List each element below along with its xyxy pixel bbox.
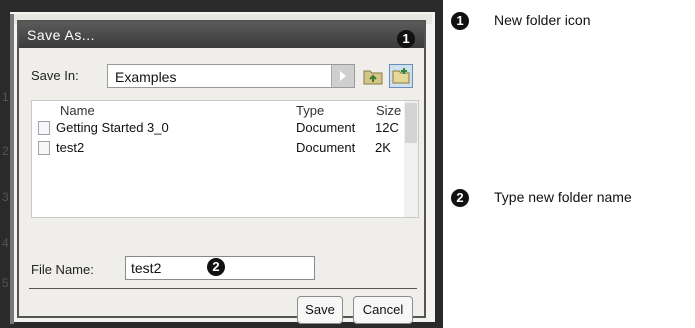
- column-header-name[interactable]: Name: [60, 103, 95, 118]
- dialog-title-bar: Save As... ✕: [19, 22, 424, 48]
- column-header-type[interactable]: Type: [296, 103, 324, 118]
- save-in-value: Examples: [115, 69, 177, 85]
- legend-text-1: New folder icon: [494, 12, 591, 28]
- document-icon: [38, 121, 50, 135]
- file-name-label: File Name:: [31, 262, 94, 277]
- file-size: 12C: [375, 120, 399, 135]
- save-in-dropdown[interactable]: Examples: [107, 64, 355, 88]
- background-row-number: 3: [2, 190, 9, 204]
- document-icon: [38, 141, 50, 155]
- file-row[interactable]: test2 Document 2K: [32, 139, 402, 157]
- save-as-dialog: Save As... ✕ Save In: Examples Name Type…: [17, 20, 426, 324]
- background-row-number: 1: [2, 90, 9, 104]
- file-row[interactable]: Getting Started 3_0 Document 12C: [32, 119, 402, 137]
- file-name: test2: [56, 140, 85, 155]
- save-in-label: Save In:: [31, 68, 79, 83]
- vertical-scrollbar[interactable]: [404, 101, 418, 217]
- background-row-number: 2: [2, 144, 9, 158]
- callout-2: 2: [207, 258, 225, 276]
- save-button[interactable]: Save: [297, 296, 343, 324]
- file-name: Getting Started 3_0: [56, 120, 169, 135]
- device-frame: 1 2 3 4 5 Save As... ✕ Save In: Examples…: [0, 0, 443, 328]
- callout-1: 1: [397, 30, 415, 48]
- legend-callout-1: 1: [451, 12, 469, 30]
- background-row-number: 4: [2, 236, 9, 250]
- dialog-title: Save As...: [27, 27, 96, 43]
- divider: [29, 288, 417, 289]
- scrollbar-thumb[interactable]: [405, 103, 417, 143]
- new-folder-icon[interactable]: [389, 64, 413, 88]
- cancel-button[interactable]: Cancel: [353, 296, 413, 324]
- file-type: Document: [296, 140, 356, 155]
- file-list: Name Type Size Getting Started 3_0 Docum…: [31, 100, 419, 218]
- legend-text-2: Type new folder name: [494, 189, 632, 205]
- background-row-number: 5: [2, 276, 9, 290]
- dropdown-arrow-icon[interactable]: [331, 65, 354, 87]
- column-header-size[interactable]: Size: [376, 103, 401, 118]
- file-size: 2K: [375, 140, 391, 155]
- folder-up-icon[interactable]: [363, 67, 383, 85]
- legend-callout-2: 2: [451, 189, 469, 207]
- file-type: Document: [296, 120, 356, 135]
